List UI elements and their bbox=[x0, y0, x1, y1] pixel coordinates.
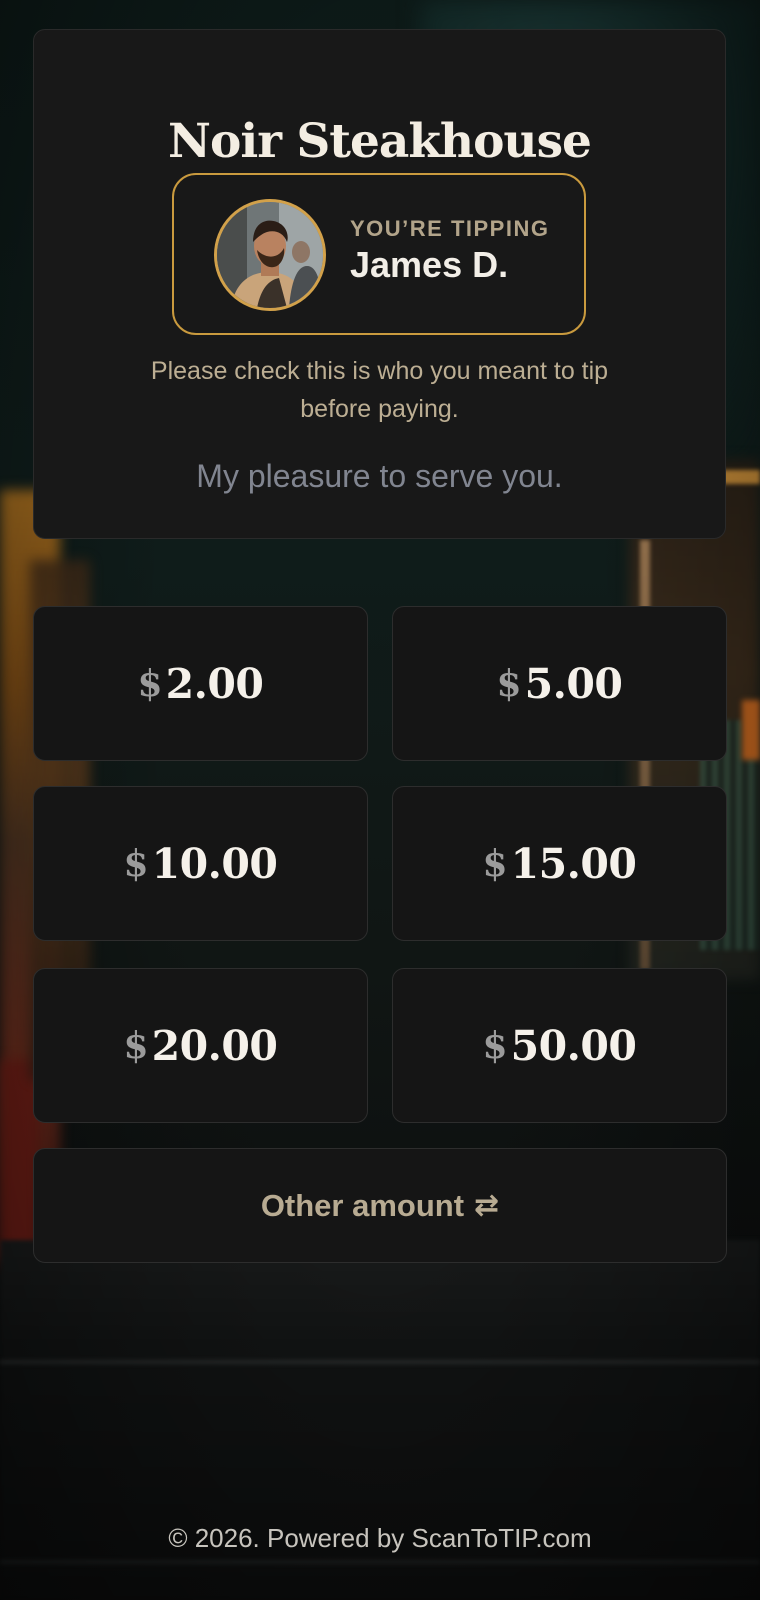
other-amount-button[interactable]: Other amount ⇄ bbox=[33, 1148, 727, 1263]
currency-symbol: $ bbox=[137, 662, 163, 705]
staff-message: My pleasure to serve you. bbox=[196, 458, 563, 494]
staff-photo-icon bbox=[217, 202, 323, 308]
currency-symbol: $ bbox=[496, 662, 522, 705]
tip-header-card: Noir Steakhouse YOU’RE TIPPING James D. … bbox=[33, 29, 726, 539]
currency-symbol: $ bbox=[482, 1024, 508, 1067]
tip-amount-button[interactable]: $15.00 bbox=[392, 786, 727, 941]
tip-amount-button[interactable]: $20.00 bbox=[33, 968, 368, 1123]
verification-note: Please check this is who you meant to ti… bbox=[150, 357, 609, 423]
tipping-label: YOU’RE TIPPING bbox=[350, 216, 550, 241]
currency-symbol: $ bbox=[482, 842, 508, 885]
tip-amount-button[interactable]: $10.00 bbox=[33, 786, 368, 941]
staff-text: YOU’RE TIPPING James D. bbox=[350, 217, 549, 287]
tip-amount-value: 20.00 bbox=[151, 1021, 278, 1070]
tip-amount-button[interactable]: $2.00 bbox=[33, 606, 368, 761]
staff-avatar bbox=[214, 199, 326, 311]
staff-card: YOU’RE TIPPING James D. bbox=[172, 173, 586, 335]
powered-by-footer: © 2026. Powered by ScanToTIP.com bbox=[168, 1523, 592, 1553]
tip-amount-value: 10.00 bbox=[151, 839, 278, 888]
staff-name: James D. bbox=[350, 244, 509, 285]
tip-amount-value: 15.00 bbox=[510, 839, 637, 888]
tip-amount-button[interactable]: $50.00 bbox=[392, 968, 727, 1123]
currency-symbol: $ bbox=[123, 1024, 149, 1067]
tip-amount-button[interactable]: $5.00 bbox=[392, 606, 727, 761]
restaurant-name: Noir Steakhouse bbox=[168, 114, 592, 169]
swap-arrows-icon: ⇄ bbox=[474, 1188, 500, 1223]
other-amount-label: Other amount bbox=[260, 1187, 465, 1223]
tip-amount-value: 2.00 bbox=[165, 659, 264, 708]
currency-symbol: $ bbox=[123, 842, 149, 885]
tip-amount-value: 5.00 bbox=[524, 659, 623, 708]
tip-amount-value: 50.00 bbox=[510, 1021, 637, 1070]
